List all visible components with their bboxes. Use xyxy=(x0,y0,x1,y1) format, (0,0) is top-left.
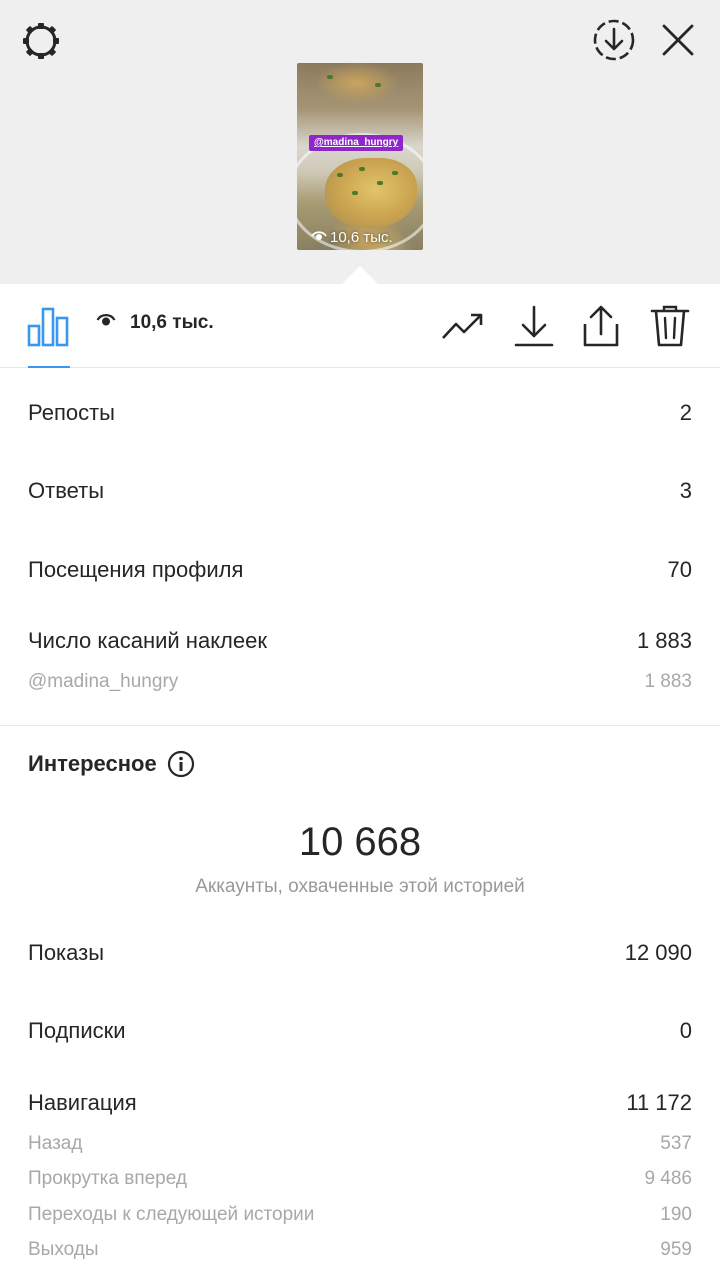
sticker-mention-value: 1 883 xyxy=(644,671,692,692)
share-icon xyxy=(581,304,621,353)
back-row: Назад 537 xyxy=(28,1133,692,1155)
herb-dot xyxy=(327,75,333,79)
profile-visits-label: Посещения профиля xyxy=(28,557,244,582)
back-value: 537 xyxy=(660,1133,692,1154)
exited-label: Выходы xyxy=(28,1239,99,1260)
profile-visits-value: 70 xyxy=(667,557,692,582)
next-story-label: Переходы к следующей истории xyxy=(28,1204,315,1225)
download-circle-icon xyxy=(591,17,637,68)
follows-row: Подписки 0 xyxy=(28,1018,692,1044)
sticker-taps-row: Число касаний наклеек 1 883 xyxy=(28,628,692,654)
discovery-header: Интересное xyxy=(28,750,195,778)
thumbnail-views: 10,6 тыс. xyxy=(311,229,393,246)
settings-button[interactable] xyxy=(18,20,64,66)
impressions-value: 12 090 xyxy=(624,940,692,965)
insights-toolbar: 10,6 тыс. xyxy=(0,284,720,368)
section-divider xyxy=(0,725,720,726)
story-thumbnail[interactable]: @madina_hungry 10,6 тыс. xyxy=(297,63,423,250)
back-label: Назад xyxy=(28,1133,83,1154)
eye-icon xyxy=(96,312,116,334)
selection-caret xyxy=(342,266,378,284)
replies-value: 3 xyxy=(679,478,692,503)
reach-value: 10 668 xyxy=(298,820,422,864)
profile-visits-row: Посещения профиля 70 xyxy=(28,557,692,583)
sticker-taps-label: Число касаний наклеек xyxy=(28,628,267,653)
discovery-title: Интересное xyxy=(28,751,157,776)
exited-row: Выходы 959 xyxy=(28,1239,692,1261)
bar-chart-icon xyxy=(26,307,70,352)
download-button[interactable] xyxy=(512,304,556,353)
story-preview-area: @madina_hungry 10,6 тыс. xyxy=(0,0,720,284)
close-icon xyxy=(660,22,696,63)
close-button[interactable] xyxy=(656,20,700,64)
reposts-label: Репосты xyxy=(28,400,115,425)
delete-button[interactable] xyxy=(648,304,692,353)
herb-dot xyxy=(377,181,383,185)
views-summary: 10,6 тыс. xyxy=(96,312,214,334)
replies-row: Ответы 3 xyxy=(28,478,692,504)
forward-row: Прокрутка вперед 9 486 xyxy=(28,1168,692,1190)
herb-dot xyxy=(352,191,358,195)
next-story-value: 190 xyxy=(660,1204,692,1225)
gear-icon xyxy=(20,20,62,67)
herb-dot xyxy=(375,83,381,87)
herb-dot xyxy=(392,171,398,175)
herb-dot xyxy=(359,167,365,171)
replies-label: Ответы xyxy=(28,478,105,503)
sticker-mention-row: @madina_hungry 1 883 xyxy=(28,671,692,693)
thumbnail-views-count: 10,6 тыс. xyxy=(330,229,393,246)
trending-icon xyxy=(441,311,485,346)
next-story-row: Переходы к следующей истории 190 xyxy=(28,1204,692,1226)
navigation-row: Навигация 11 172 xyxy=(28,1090,692,1116)
navigation-value: 11 172 xyxy=(626,1090,692,1115)
forward-value: 9 486 xyxy=(644,1168,692,1189)
mention-sticker: @madina_hungry xyxy=(309,135,404,151)
exited-value: 959 xyxy=(660,1239,692,1260)
sticker-mention-label: @madina_hungry xyxy=(28,671,179,692)
download-icon xyxy=(514,304,554,353)
food-shape xyxy=(325,158,417,228)
follows-label: Подписки xyxy=(28,1018,126,1043)
trash-icon xyxy=(650,304,690,353)
reach-caption: Аккаунты, охваченные этой историей xyxy=(195,876,525,897)
forward-label: Прокрутка вперед xyxy=(28,1168,187,1189)
info-icon[interactable] xyxy=(167,750,195,778)
promote-button[interactable] xyxy=(441,306,485,350)
reposts-row: Репосты 2 xyxy=(28,400,692,426)
active-tab-indicator xyxy=(28,366,70,368)
herb-dot xyxy=(337,173,343,177)
navigation-label: Навигация xyxy=(28,1090,137,1115)
eye-icon xyxy=(311,229,327,246)
impressions-row: Показы 12 090 xyxy=(28,940,692,966)
insights-tab[interactable] xyxy=(26,304,70,348)
sticker-taps-value: 1 883 xyxy=(636,628,692,653)
share-button[interactable] xyxy=(579,304,623,353)
reposts-value: 2 xyxy=(679,400,692,425)
views-count: 10,6 тыс. xyxy=(130,312,214,333)
impressions-label: Показы xyxy=(28,940,105,965)
follows-value: 0 xyxy=(679,1018,692,1043)
save-story-button[interactable] xyxy=(590,18,638,66)
